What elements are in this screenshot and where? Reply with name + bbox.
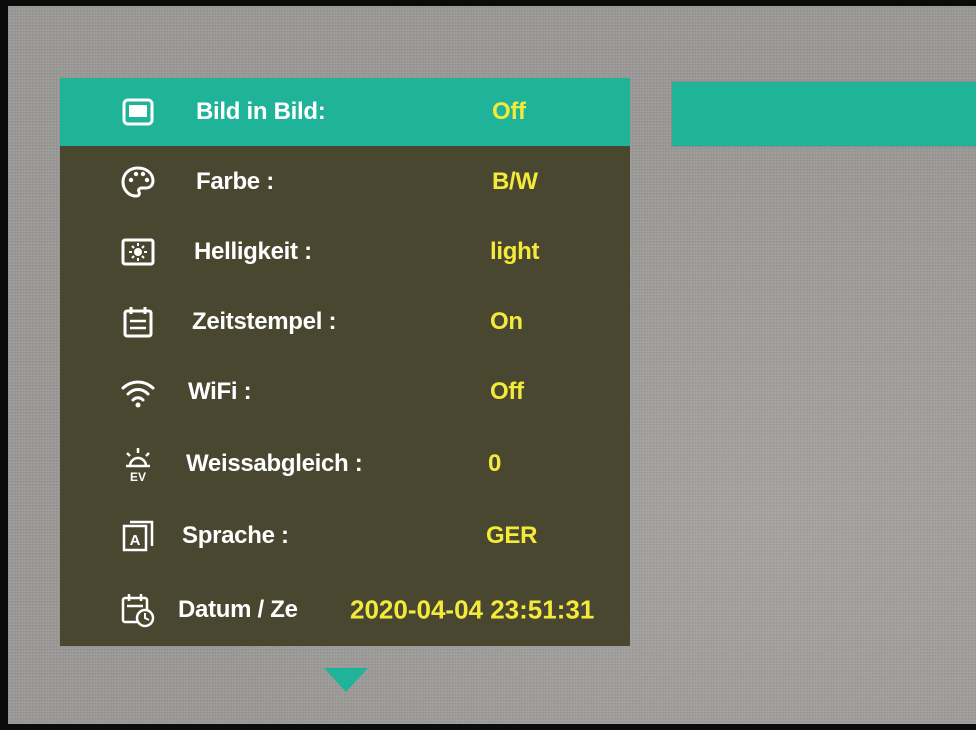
picture-in-picture-icon	[118, 92, 158, 132]
menu-item-label: Helligkeit :	[194, 238, 312, 265]
menu-item-label: WiFi :	[188, 378, 252, 405]
settings-menu: Bild in Bild: Off Farbe : B/W Helligkeit…	[60, 78, 630, 646]
menu-item-language[interactable]: A Sprache : GER	[60, 502, 630, 570]
menu-item-value: GER	[486, 522, 538, 549]
date-time-icon	[118, 590, 158, 630]
menu-item-value: Off	[490, 378, 524, 405]
menu-item-white-balance[interactable]: EV Weissabgleich : 0	[60, 430, 630, 498]
ev-exposure-icon: EV	[118, 444, 158, 484]
palette-icon	[118, 162, 158, 202]
brightness-icon	[118, 232, 158, 272]
menu-item-value: 2020-04-04 23:51:31	[350, 594, 595, 625]
menu-item-value: On	[490, 308, 523, 335]
menu-item-label: Sprache :	[182, 522, 289, 549]
menu-item-date-time[interactable]: Datum / Ze 2020-04-04 23:51:31	[60, 576, 630, 644]
scroll-down-arrow-icon[interactable]	[324, 668, 368, 692]
menu-item-label: Bild in Bild:	[196, 98, 326, 125]
menu-item-label: Datum / Ze	[178, 596, 298, 623]
menu-item-label: Weissabgleich :	[186, 450, 363, 477]
menu-item-label: Zeitstempel :	[192, 308, 337, 335]
header-highlight-bar	[671, 81, 976, 147]
menu-item-value: B/W	[492, 168, 538, 195]
svg-text:A: A	[130, 532, 141, 549]
menu-item-wifi[interactable]: WiFi : Off	[60, 358, 630, 426]
svg-text:EV: EV	[130, 470, 146, 484]
menu-item-color[interactable]: Farbe : B/W	[60, 148, 630, 216]
wifi-icon	[118, 372, 158, 412]
menu-item-value: 0	[488, 450, 502, 477]
camera-screen: Bild in Bild: Off Farbe : B/W Helligkeit…	[8, 6, 976, 724]
menu-item-picture-in-picture[interactable]: Bild in Bild: Off	[60, 78, 630, 146]
menu-item-label: Farbe :	[196, 168, 274, 195]
menu-item-timestamp[interactable]: Zeitstempel : On	[60, 288, 630, 356]
menu-item-brightness[interactable]: Helligkeit : light	[60, 218, 630, 286]
language-icon: A	[118, 516, 158, 556]
calendar-stamp-icon	[118, 302, 158, 342]
menu-item-value: light	[490, 238, 540, 265]
menu-item-value: Off	[492, 98, 526, 125]
